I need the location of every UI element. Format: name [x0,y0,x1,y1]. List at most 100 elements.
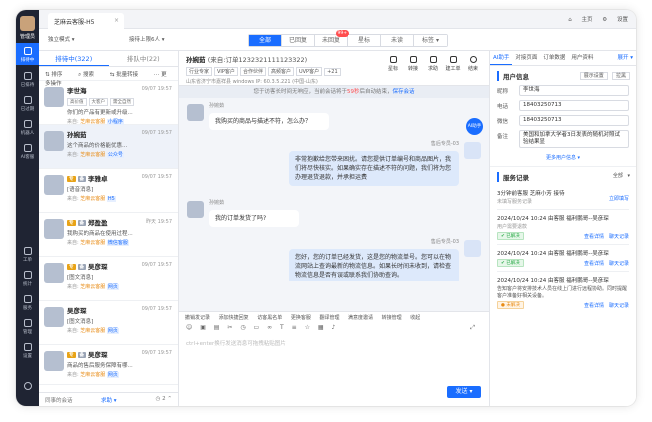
tab-replied[interactable]: 已回复 [282,35,315,46]
transfer-button[interactable]: 转接 [403,56,423,72]
tab-all[interactable]: 全部 [249,35,282,46]
tab-unread[interactable]: 未读 [381,35,414,46]
tab-unreplied[interactable]: 未回复 99+ [315,30,349,46]
rail-item-history[interactable]: 已排待 [16,68,39,88]
emoji-icon[interactable]: ☺ [186,324,192,331]
toolbar-item[interactable]: 收起 [410,315,420,321]
text-icon[interactable]: T [280,324,284,331]
file-icon[interactable]: ▤ [214,324,220,331]
block-button[interactable]: 拉黑 [611,72,630,80]
chat-icon[interactable]: ▭ [254,324,260,331]
settings-link[interactable]: ⚙ 设置 [602,17,628,23]
rail-item-settings[interactable]: 设置 [16,339,39,359]
scissors-icon[interactable]: ✂ [227,324,232,331]
rail-item-stats[interactable]: 统计 [16,267,39,287]
toolbar-item[interactable]: 更换客服 [291,315,311,321]
list-item[interactable]: 专备吴彦琛 09/07 19:57 [图文消息] 来自: 芝麻云客服 网页 [39,257,178,301]
rail-item-manage[interactable]: 管理 [16,315,39,335]
view-details-link[interactable]: 查看详情 [584,234,604,240]
rail-item-ticket[interactable]: 工单 [16,243,39,263]
tab-user-profile[interactable]: 用户资料 [568,51,596,65]
toolbar-item[interactable]: 访客黑名单 [257,315,282,321]
tab-tags[interactable]: 标签 ▾ [414,35,447,46]
message-customer: 孙婉茹 我的订单发货了吗? [209,199,299,227]
conversation-list: 排待中(322) 排队中(22) ⇅ 排序 ⌕ 搜索 ⇆ 批量转接 ⋯ 更多操作… [39,51,179,406]
tab-starred[interactable]: 星标 [348,35,381,46]
send-button[interactable]: 发送 ▾ [447,386,481,398]
rail-item-ai[interactable]: AI客服 [16,140,39,160]
list-tools: ⇅ 排序 ⌕ 搜索 ⇆ 批量转接 ⋯ 更多操作 [39,67,178,87]
toolbar-item[interactable]: 添加快捷回复 [219,315,249,321]
ai-assistant-icon[interactable]: AI助手 [466,118,483,135]
create-ticket-button[interactable]: 建工单 [443,56,463,72]
records-filter[interactable]: 全部 ▾ [608,172,630,179]
left-rail: 管理员 排待中 已排待 已过期 机器人 AI客服 工单 统计 服务 管理 设置 [16,10,39,406]
message-agent: 售后专员-03 非常抱歉给您带来困扰。请您提供订单编号和商品图片，我们将尽快核实… [289,140,459,186]
mode-select[interactable]: 独立模式 ▾ [48,35,75,43]
star-button[interactable]: 星标 [383,56,403,72]
help-request-link[interactable]: 求助 ▾ [101,396,117,404]
help-button[interactable]: 求助 [423,56,443,72]
visitor-meta: 山东省济宁市嘉祥县 windows IP: 60.3.5.221 (中国-山东) [186,79,318,85]
tab-waiting[interactable]: 排待中(322) [39,51,109,66]
save-session-link[interactable]: 保存会话 [393,89,415,95]
more-user-info-link[interactable]: 更多用户信息 ▾ [497,154,629,161]
tab-ai-assistant[interactable]: AI助手 [490,51,513,65]
top-right-links: ⌂ 主页 ⚙ 设置 [560,15,628,23]
tab-queue[interactable]: 排队中(22) [109,51,179,66]
view-details-link[interactable]: 查看详情 [584,261,604,267]
home-link[interactable]: ⌂ 主页 [568,17,592,23]
link-icon[interactable]: ∞ [267,324,272,331]
history-icon[interactable]: ◷ [240,324,245,331]
sort-button[interactable]: ⇅ 排序 [45,72,69,78]
toolbar-item[interactable]: 转接管理 [382,315,402,321]
close-icon[interactable]: × [114,17,119,24]
chat-log-link[interactable]: 聊天记录 [609,261,629,267]
toolbar-item[interactable]: 翻译管理 [319,315,339,321]
tab-order-data[interactable]: 订单数据 [540,51,568,65]
power-icon[interactable] [16,382,39,394]
list-item[interactable]: 专备郑盈盈 昨天 19:57 我购买的商品在使用过程... 来自: 芝麻云客服 … [39,213,178,257]
batch-transfer-button[interactable]: ⇆ 批量转接 [110,72,145,78]
list-item[interactable]: 吴彦琛 09/07 19:57 [图文消息] 来自: 芝麻云客服 网页 [39,301,178,345]
rail-item-chat[interactable]: 排待中 [16,43,39,65]
mic-icon[interactable]: ♪ [331,324,335,331]
window-tab[interactable]: 芝麻云客服-H5 × [48,13,124,29]
ai-icon [23,144,32,152]
tab-connect-page[interactable]: 对接页面 [512,51,540,65]
list-item[interactable]: 专备李雅卓 09/07 19:57 [语音消息] 来自: 芝麻云客服 H5 [39,169,178,213]
expand-icon[interactable]: ⤢ [470,324,475,332]
list-icon[interactable]: ≡ [292,324,297,331]
top-bar: 芝麻云客服-H5 × ⌂ 主页 ⚙ 设置 [39,10,636,29]
end-button[interactable]: 结束 [463,56,483,72]
expand-button[interactable]: 展开 ▾ [614,51,636,65]
list-item[interactable]: 专备吴彦琛 09/07 19:57 商品的售后服务保障有哪... 来自: 芝麻云… [39,345,178,385]
toolbar-item[interactable]: 撤销发记录 [185,315,210,321]
image-icon[interactable]: ▣ [200,324,206,331]
star-icon[interactable]: ☆ [305,324,310,331]
list-item[interactable]: 李世海 09/07 19:57 高价值 大客户 需全自然 你们的产品有更新或升级..… [39,81,178,125]
list-item-selected[interactable]: 孙婉茹 09/07 19:57 这个商品的价格能优惠... 来自: 芝麻云客服 … [39,125,178,169]
rail-item-service[interactable]: 服务 [16,291,39,311]
rail-item-robot[interactable]: 机器人 [16,116,39,136]
fill-record-link[interactable]: 立即填写 [609,195,629,202]
search-button[interactable]: ⌕ 搜索 [78,72,101,78]
avatar[interactable] [20,16,35,31]
display-settings-button[interactable]: 展示设置 [579,72,608,80]
record-item: 2024/10/24 10:24 由客服 福利鹏哥--吴彦琛 用户需要退款 ✔ … [497,216,629,240]
chat-log-link[interactable]: 聊天记录 [609,234,629,240]
limit-select[interactable]: 接待上限6人 ▾ [129,35,165,43]
user-info-section: 用户信息 展示设置 拉黑 昵称 李世海 电话 18403250713 微信 18403… [490,66,636,167]
remark-field[interactable]: 美国和加拿大学者3日发表的随机对照试验结果显 [519,130,629,148]
view-details-link[interactable]: 查看详情 [584,303,604,309]
wechat-field[interactable]: 18403250713 [519,115,629,126]
phone-field[interactable]: 18403250713 [519,100,629,111]
rail-item-expired[interactable]: 已过期 [16,92,39,112]
message-input[interactable]: ctrl+enter换行发送消息可拖拽粘贴图片 发送 ▾ [179,335,489,406]
colleague-sessions-link[interactable]: 同事的会话 [45,398,73,404]
toolbar-item[interactable]: 满意度邀请 [348,315,373,321]
chat-log-link[interactable]: 聊天记录 [609,303,629,309]
grid-icon[interactable]: ▦ [318,324,324,331]
nickname-field[interactable]: 李世海 [519,85,629,96]
right-tabs: AI助手 对接页面 订单数据 用户资料 展开 ▾ [490,51,636,66]
